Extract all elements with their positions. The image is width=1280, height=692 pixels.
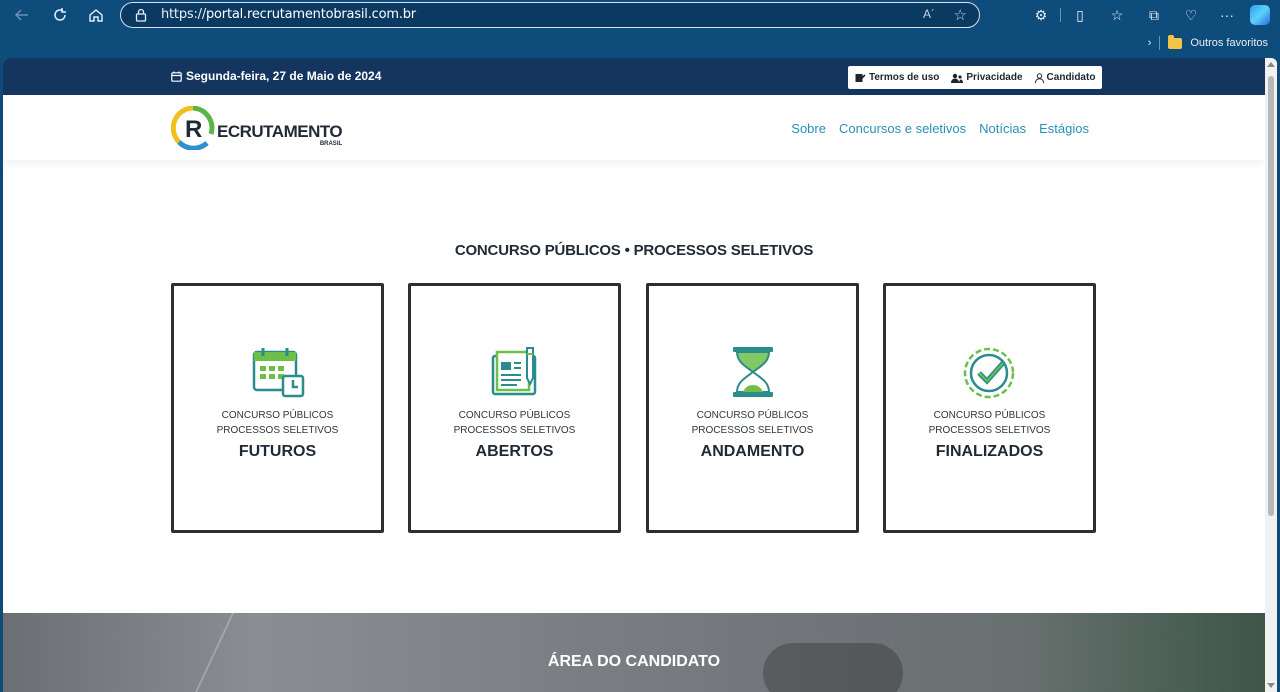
- page-viewport: Segunda-feira, 27 de Maio de 2024 Termos…: [3, 58, 1277, 692]
- candidate-area-title: ÁREA DO CANDIDATO: [547, 653, 721, 670]
- lock-icon: [135, 8, 147, 22]
- card-andamento[interactable]: CONCURSO PÚBLICOS PROCESSOS SELETIVOS AND…: [646, 283, 859, 533]
- calendar-icon: [171, 71, 182, 82]
- browser-essentials-icon[interactable]: ♡: [1180, 5, 1202, 25]
- utility-links: Termos de uso Privacidade Candidato: [848, 66, 1103, 89]
- privacy-link-label: Privacidade: [966, 72, 1023, 83]
- card-title: FINALIZADOS: [935, 443, 1044, 460]
- back-button[interactable]: [10, 4, 34, 26]
- site-logo[interactable]: R ECRUTAMENTO BRASIL: [170, 105, 343, 151]
- document-icon: [855, 73, 866, 82]
- split-screen-icon[interactable]: ▯: [1069, 5, 1091, 25]
- document-edit-icon: [491, 347, 537, 396]
- card-line2: PROCESSOS SELETIVOS: [691, 425, 814, 436]
- chevron-right-icon[interactable]: ›: [1148, 37, 1152, 49]
- terms-link-label: Termos de uso: [869, 72, 940, 83]
- calendar-clock-icon: [252, 348, 305, 398]
- check-badge-icon: [963, 347, 1015, 399]
- card-line2: PROCESSOS SELETIVOS: [453, 425, 576, 436]
- page-scrollbar[interactable]: [1265, 58, 1277, 692]
- url-text: https://portal.recrutamentobrasil.com.br: [161, 7, 416, 22]
- favorites-bar: › Outros favoritos: [1148, 34, 1268, 52]
- folder-icon: [1168, 34, 1183, 49]
- site-header: R ECRUTAMENTO BRASIL Sobre Concursos e s…: [3, 95, 1265, 160]
- card-futuros[interactable]: CONCURSO PÚBLICOS PROCESSOS SELETIVOS FUT…: [171, 283, 384, 533]
- privacy-link[interactable]: Privacidade: [951, 72, 1023, 83]
- nav-concursos[interactable]: Concursos e seletivos: [839, 121, 966, 136]
- candidate-link-label: Candidato: [1046, 72, 1096, 83]
- home-icon: [89, 9, 103, 22]
- candidate-link[interactable]: Candidato: [1034, 72, 1096, 83]
- favorites-divider: [1159, 36, 1161, 50]
- card-line1: CONCURSO PÚBLICOS: [221, 410, 334, 421]
- logo-letter: R: [185, 116, 202, 143]
- refresh-button[interactable]: [48, 4, 72, 26]
- card-subtitle: CONCURSO PÚBLICOS PROCESSOS SELETIVOS: [886, 408, 1093, 438]
- hourglass-icon: [733, 347, 773, 397]
- favorites-folder-label[interactable]: Outros favoritos: [1190, 37, 1268, 49]
- card-title: ABERTOS: [475, 443, 554, 460]
- card-line1: CONCURSO PÚBLICOS: [458, 410, 571, 421]
- card-subtitle: CONCURSO PÚBLICOS PROCESSOS SELETIVOS: [649, 408, 856, 438]
- section-title: CONCURSO PÚBLICOS • PROCESSOS SELETIVOS: [454, 242, 814, 259]
- refresh-icon: [54, 8, 66, 21]
- card-line2: PROCESSOS SELETIVOS: [928, 425, 1051, 436]
- logo-sub: BRASIL: [319, 141, 343, 147]
- users-icon: [951, 73, 964, 83]
- card-title: ANDAMENTO: [700, 443, 805, 460]
- url-scheme: https://: [161, 7, 206, 22]
- nav-sobre[interactable]: Sobre: [791, 121, 826, 136]
- address-bar[interactable]: https://portal.recrutamentobrasil.com.br…: [120, 2, 980, 28]
- candidate-area-banner: ÁREA DO CANDIDATO: [3, 613, 1265, 692]
- user-icon: [1034, 72, 1044, 83]
- url-host: portal.recrutamentobrasil.com.br: [206, 7, 416, 22]
- card-line2: PROCESSOS SELETIVOS: [216, 425, 339, 436]
- card-subtitle: CONCURSO PÚBLICOS PROCESSOS SELETIVOS: [174, 408, 381, 438]
- top-info-bar: Segunda-feira, 27 de Maio de 2024 Termos…: [3, 58, 1265, 95]
- browser-chrome: https://portal.recrutamentobrasil.com.br…: [0, 0, 1280, 58]
- scrollbar-thumb[interactable]: [1268, 76, 1274, 516]
- home-button[interactable]: [84, 4, 108, 26]
- favorite-star-icon[interactable]: ☆: [954, 6, 967, 24]
- more-menu-icon[interactable]: ···: [1216, 5, 1238, 25]
- date-text: Segunda-feira, 27 de Maio de 2024: [186, 69, 382, 83]
- nav-noticias[interactable]: Notícias: [979, 121, 1026, 136]
- toolbar-divider: [1060, 8, 1061, 22]
- card-abertos[interactable]: CONCURSO PÚBLICOS PROCESSOS SELETIVOS ABE…: [408, 283, 621, 533]
- logo-wordmark: ECRUTAMENTO BRASIL: [217, 122, 343, 148]
- nav-estagios[interactable]: Estágios: [1039, 121, 1089, 136]
- card-finalizados[interactable]: CONCURSO PÚBLICOS PROCESSOS SELETIVOS FIN…: [883, 283, 1096, 533]
- copilot-icon[interactable]: [1250, 5, 1270, 25]
- scroll-up-arrow[interactable]: [1267, 62, 1275, 67]
- logo-word: ECRUTAMENTO: [217, 122, 343, 141]
- card-line1: CONCURSO PÚBLICOS: [933, 410, 1046, 421]
- card-line1: CONCURSO PÚBLICOS: [696, 410, 809, 421]
- terms-link[interactable]: Termos de uso: [855, 72, 939, 83]
- read-aloud-icon[interactable]: A´: [923, 7, 935, 21]
- logo-r-mark: R: [170, 105, 215, 151]
- card-title: FUTUROS: [238, 443, 317, 460]
- arrow-left-icon: [14, 9, 28, 21]
- card-subtitle: CONCURSO PÚBLICOS PROCESSOS SELETIVOS: [411, 408, 618, 438]
- favorites-icon[interactable]: ☆: [1106, 5, 1128, 25]
- scroll-down-arrow[interactable]: [1267, 683, 1275, 688]
- extensions-icon[interactable]: ⚙: [1030, 5, 1052, 25]
- current-date: Segunda-feira, 27 de Maio de 2024: [171, 69, 381, 83]
- main-nav: Sobre Concursos e seletivos Notícias Est…: [791, 121, 1089, 136]
- collections-icon[interactable]: ⧉: [1143, 5, 1165, 25]
